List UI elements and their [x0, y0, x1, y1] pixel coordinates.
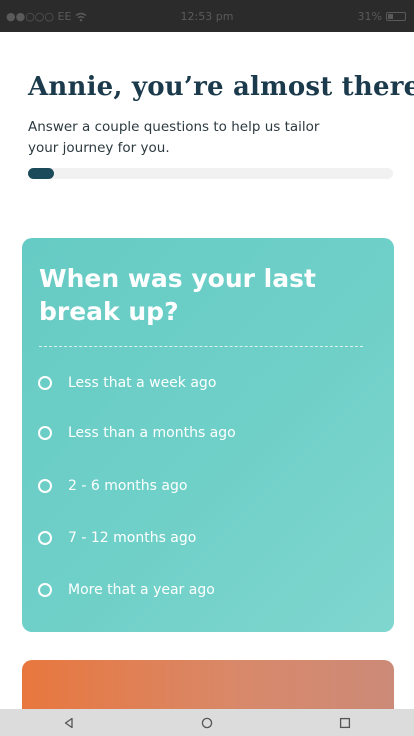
option-7-12-months[interactable]: 7 - 12 months ago: [38, 524, 196, 552]
option-label: 7 - 12 months ago: [68, 530, 197, 546]
back-button[interactable]: [49, 709, 89, 736]
option-less-than-month[interactable]: Less than a months ago: [38, 419, 236, 447]
option-less-than-week[interactable]: Less that a week ago: [38, 369, 216, 397]
radio-circle-icon[interactable]: [38, 583, 52, 597]
option-label: Less that a week ago: [68, 375, 217, 391]
radio-circle-icon[interactable]: [38, 376, 52, 390]
battery-percent: 31%: [357, 10, 382, 23]
progress-bar: [28, 168, 393, 179]
battery-icon: [386, 12, 406, 21]
home-circle-icon: [201, 717, 213, 728]
option-2-6-months[interactable]: 2 - 6 months ago: [38, 472, 187, 500]
question-title: When was your last break up?: [39, 264, 316, 326]
recents-square-icon: [339, 717, 351, 728]
progress-fill: [28, 168, 54, 179]
battery-status: 31%: [358, 10, 406, 23]
divider: [39, 346, 363, 347]
option-label: More that a year ago: [68, 582, 215, 598]
status-bar: ●●○○○ EE 12:53 pm 31%: [0, 0, 414, 32]
recents-button[interactable]: [325, 709, 365, 736]
option-label: Less than a months ago: [68, 425, 236, 441]
status-time: 12:53 pm: [180, 10, 234, 23]
radio-circle-icon[interactable]: [38, 479, 52, 493]
option-more-than-year[interactable]: More that a year ago: [38, 576, 215, 604]
radio-circle-icon[interactable]: [38, 531, 52, 545]
option-label: 2 - 6 months ago: [68, 478, 188, 494]
question-card: When was your last break up? Less that a…: [22, 238, 394, 632]
page-title: Annie, you’re almost there: [28, 72, 414, 102]
back-triangle-icon: [64, 717, 73, 728]
home-button[interactable]: [187, 709, 227, 736]
radio-circle-icon[interactable]: [38, 426, 52, 440]
page-subtitle: Answer a couple questions to help us tai…: [28, 119, 320, 156]
android-nav-bar: [0, 709, 414, 736]
